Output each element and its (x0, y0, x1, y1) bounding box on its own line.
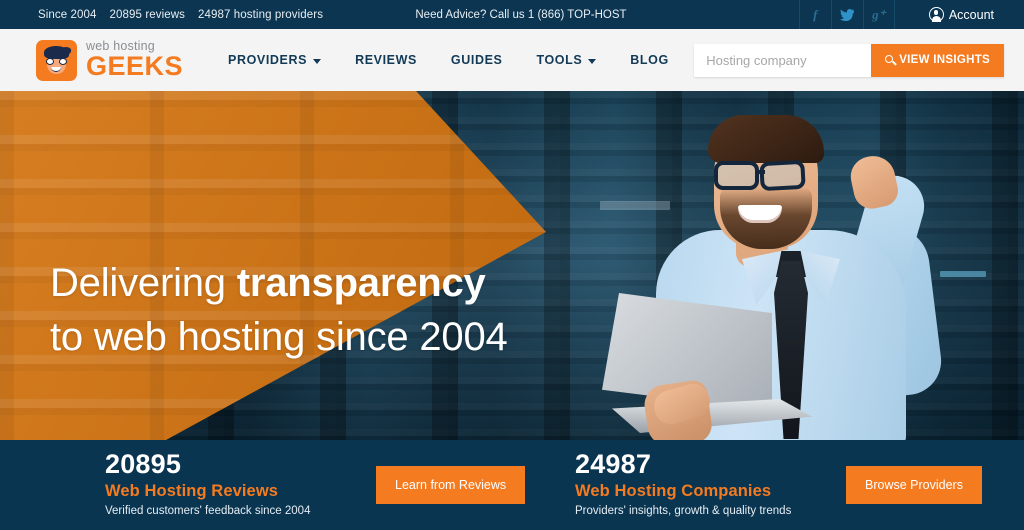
nav-item-blog[interactable]: BLOG (613, 53, 686, 67)
topbar-site-stats: Since 2004 20895 reviews 24987 hosting p… (0, 0, 323, 29)
nav-item-reviews[interactable]: REVIEWS (338, 53, 434, 67)
stat-text-reviews: 20895 Web Hosting Reviews Verified custo… (105, 449, 360, 520)
user-icon (928, 7, 944, 22)
stats-strip: 20895 Web Hosting Reviews Verified custo… (0, 440, 1024, 530)
geek-face-logo-icon (36, 39, 77, 81)
nav-item-providers[interactable]: PROVIDERS (211, 53, 338, 67)
eyeglasses-icon (712, 159, 828, 192)
stat-number-reviews: 20895 (105, 449, 182, 480)
nav-label-reviews: REVIEWS (355, 53, 417, 67)
site-header: web hosting GEEKS PROVIDERS REVIEWS GUID… (0, 29, 1024, 91)
main-navigation: PROVIDERS REVIEWS GUIDES TOOLS BLOG (211, 53, 686, 67)
twitter-icon[interactable] (830, 0, 863, 29)
view-insights-button[interactable]: VIEW INSIGHTS (871, 43, 1004, 77)
nav-label-guides: GUIDES (450, 53, 503, 67)
chevron-down-icon (313, 58, 322, 64)
google-plus-icon[interactable]: g⁺ (862, 0, 895, 29)
stat-sub-reviews: Verified customers' feedback since 2004 (105, 505, 311, 518)
hosting-search: VIEW INSIGHTS (694, 43, 1004, 77)
stat-label-companies: Web Hosting Companies (575, 481, 772, 500)
browse-providers-button[interactable]: Browse Providers (846, 466, 982, 504)
social-links: f g⁺ (798, 0, 895, 29)
stat-sub-companies: Providers' insights, growth & quality tr… (575, 505, 792, 518)
stat-number-companies: 24987 (575, 449, 652, 480)
page-root: Since 2004 20895 reviews 24987 hosting p… (0, 0, 1024, 530)
account-link[interactable]: Account (895, 0, 1024, 29)
stat-block-reviews: 20895 Web Hosting Reviews Verified custo… (0, 449, 554, 520)
headline-emphasis: transparency (236, 261, 486, 305)
site-logo[interactable]: web hosting GEEKS (0, 39, 183, 81)
hero-person-illustration (596, 91, 1024, 440)
nav-item-guides[interactable]: GUIDES (434, 53, 520, 67)
nav-label-blog: BLOG (630, 53, 669, 67)
headline-line-2: to web hosting since 2004 (50, 314, 508, 359)
stat-block-companies: 24987 Web Hosting Companies Providers' i… (554, 449, 1024, 520)
search-icon (885, 54, 896, 66)
view-insights-label: VIEW INSIGHTS (899, 54, 990, 66)
topbar-stat-providers: 24987 hosting providers (198, 8, 324, 21)
logo-text-bottom: GEEKS (86, 51, 184, 82)
headline-part-1: Delivering (50, 261, 237, 305)
learn-from-reviews-button[interactable]: Learn from Reviews (376, 466, 526, 504)
stat-label-reviews: Web Hosting Reviews (105, 481, 279, 500)
topbar-phone-advice: Need Advice? Call us 1 (866) TOP-HOST (415, 8, 627, 21)
stat-text-companies: 24987 Web Hosting Companies Providers' i… (575, 449, 830, 520)
chevron-down-icon (588, 58, 597, 64)
logo-wordmark: web hosting GEEKS (86, 40, 183, 81)
hero-banner: Delivering transparency to web hosting s… (0, 91, 1024, 440)
top-utility-bar: Since 2004 20895 reviews 24987 hosting p… (0, 0, 1024, 29)
topbar-stat-since: Since 2004 (38, 8, 97, 21)
nav-item-tools[interactable]: TOOLS (519, 53, 613, 67)
facebook-icon[interactable]: f (798, 0, 831, 29)
search-input[interactable] (694, 43, 872, 77)
account-label: Account (948, 7, 994, 22)
topbar-stat-reviews: 20895 reviews (109, 8, 186, 21)
hero-headline: Delivering transparency to web hosting s… (50, 257, 508, 364)
geek-face-art (43, 45, 70, 76)
nav-label-tools: TOOLS (536, 53, 583, 67)
nav-label-providers: PROVIDERS (228, 53, 308, 67)
